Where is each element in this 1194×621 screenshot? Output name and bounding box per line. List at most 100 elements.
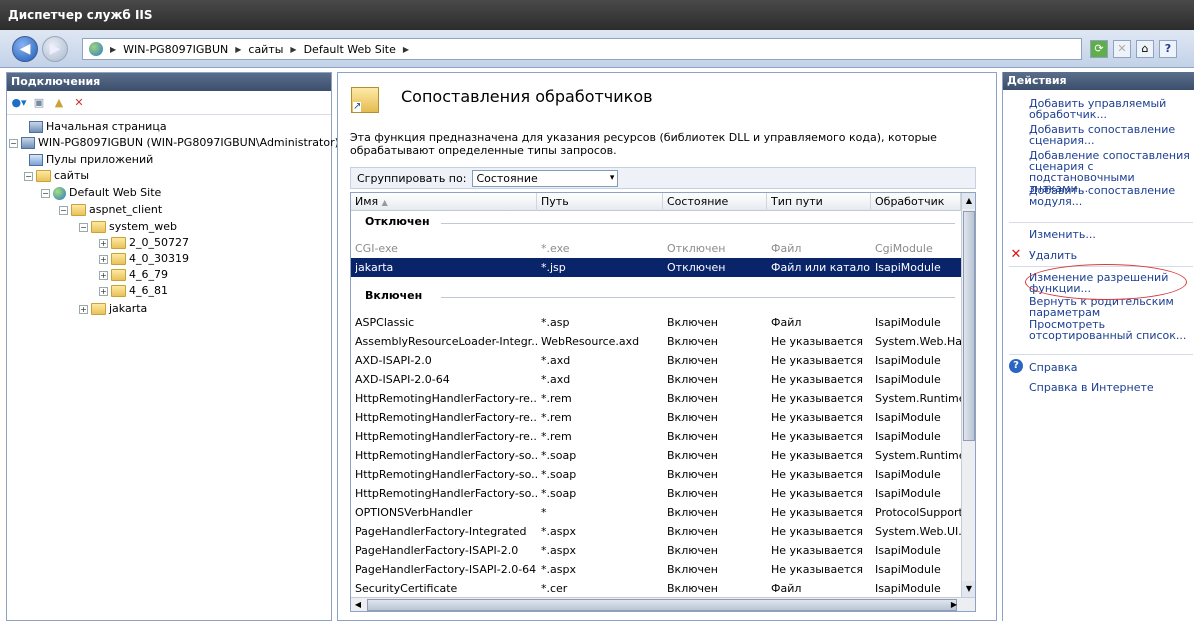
table-row[interactable]: HttpRemotingHandlerFactory-re... *.rem Вкл… — [351, 427, 961, 446]
vertical-scrollbar[interactable]: ▲ ▼ — [961, 193, 975, 597]
table-row[interactable]: AXD-ISAPI-2.0 *.axd Включен Не указывается I… — [351, 351, 961, 370]
stop-icon[interactable]: ✕ — [1113, 40, 1131, 58]
table-row[interactable]: HttpRemotingHandlerFactory-so... *.soap Вк… — [351, 465, 961, 484]
table-row[interactable]: HttpRemotingHandlerFactory-re... *.rem Вкл… — [351, 408, 961, 427]
tree-item-default-web-site[interactable]: − Default Web Site — [41, 185, 161, 201]
action-delete[interactable]: Удалить — [1029, 250, 1194, 261]
table-row[interactable]: jakarta *.jsp Отключен Файл или каталог Isap… — [351, 258, 961, 277]
cell-state: Включен — [667, 373, 718, 386]
breadcrumb-server[interactable]: WIN-PG8097IGBUN — [123, 43, 228, 56]
cell-path: *.aspx — [541, 544, 576, 557]
column-header-handler[interactable]: Обработчик — [871, 193, 961, 211]
table-row[interactable]: HttpRemotingHandlerFactory-so... *.soap Вк… — [351, 446, 961, 465]
cell-state: Включен — [667, 563, 718, 576]
connections-title: Подключения — [7, 73, 331, 91]
table-row[interactable]: HttpRemotingHandlerFactory-re... *.rem Вкл… — [351, 389, 961, 408]
back-arrow-icon[interactable]: ◀ — [12, 36, 38, 62]
tree-item-app-pools[interactable]: Пулы приложений — [29, 152, 153, 168]
scroll-down-icon[interactable]: ▼ — [962, 581, 975, 597]
cell-path: *.exe — [541, 242, 570, 255]
expand-icon[interactable]: + — [99, 286, 108, 296]
group-divider — [441, 223, 955, 224]
expand-icon[interactable]: + — [99, 254, 108, 264]
cell-name: HttpRemotingHandlerFactory-re... — [355, 430, 537, 443]
cell-path-type: Не указывается — [771, 430, 864, 443]
scroll-up-icon[interactable]: ▲ — [962, 193, 975, 209]
home-icon[interactable]: ⌂ — [1136, 40, 1154, 58]
disconnect-icon[interactable]: ✕ — [71, 95, 87, 111]
action-add-script-map[interactable]: Добавить сопоставление сценария... — [1029, 124, 1194, 146]
action-edit[interactable]: Изменить... — [1029, 229, 1194, 240]
action-add-module-mapping[interactable]: Добавить сопоставление модуля... — [1029, 185, 1194, 207]
expand-icon[interactable]: + — [79, 304, 88, 314]
column-header-path-type[interactable]: Тип пути — [767, 193, 871, 211]
cell-path: *.aspx — [541, 563, 576, 576]
table-row[interactable]: PageHandlerFactory-ISAPI-2.0 *.aspx Включе… — [351, 541, 961, 560]
cell-handler: ProtocolSupportMo — [875, 506, 961, 519]
expand-icon[interactable]: + — [99, 270, 108, 280]
action-add-managed-handler[interactable]: Добавить управляемый обработчик... — [1029, 98, 1194, 120]
help-icon[interactable]: ? — [1159, 40, 1177, 58]
tree-item-start-page[interactable]: Начальная страница — [29, 119, 167, 135]
table-row[interactable]: AXD-ISAPI-2.0-64 *.axd Включен Не указывает… — [351, 370, 961, 389]
table-row[interactable]: CGI-exe *.exe Отключен Файл CgiModule — [351, 239, 961, 258]
scroll-left-icon[interactable]: ◀ — [351, 598, 365, 611]
group-by-select[interactable]: Состояние — [472, 169, 619, 187]
folder-icon — [91, 221, 106, 233]
folder-icon — [111, 269, 126, 281]
forward-arrow-icon[interactable]: ▶ — [42, 36, 68, 62]
tree-item-4-6-81[interactable]: + 4_6_81 — [99, 283, 168, 299]
tree-item-aspnet-client[interactable]: − aspnet_client — [59, 202, 162, 218]
table-row[interactable]: ASPClassic *.asp Включен Файл IsapiModule — [351, 313, 961, 332]
expand-icon[interactable]: + — [99, 238, 108, 248]
collapse-icon[interactable]: − — [9, 138, 18, 148]
table-row[interactable]: SecurityCertificate *.cer Включен Файл Isapi… — [351, 579, 961, 598]
tree-item-sites[interactable]: − сайты — [24, 168, 89, 184]
action-help[interactable]: Справка — [1029, 362, 1194, 373]
cell-name: HttpRemotingHandlerFactory-re... — [355, 392, 537, 405]
tree-item-2-0-50727[interactable]: + 2_0_50727 — [99, 235, 189, 251]
save-icon[interactable]: ▣ — [31, 95, 47, 111]
breadcrumb-site[interactable]: Default Web Site — [304, 43, 396, 56]
cell-name: CGI-exe — [355, 242, 398, 255]
tree-item-server[interactable]: − WIN-PG8097IGBUN (WIN-PG8097IGBUN\Admin… — [9, 135, 339, 151]
table-row[interactable]: PageHandlerFactory-ISAPI-2.0-64 *.aspx Вкл… — [351, 560, 961, 579]
refresh-icon[interactable]: ⟳ — [1090, 40, 1108, 58]
table-row[interactable]: AssemblyResourceLoader-Integr... WebResou… — [351, 332, 961, 351]
breadcrumb-sites[interactable]: сайты — [248, 43, 283, 56]
table-row[interactable]: PageHandlerFactory-Integrated *.aspx Включ… — [351, 522, 961, 541]
collapse-icon[interactable]: − — [79, 222, 88, 232]
column-header-path[interactable]: Путь — [537, 193, 663, 211]
cell-state: Включен — [667, 411, 718, 424]
breadcrumb-separator-icon: ▶ — [402, 44, 410, 54]
address-breadcrumb[interactable]: ▶ WIN-PG8097IGBUN ▶ сайты ▶ Default Web … — [82, 38, 1082, 60]
tree-item-system-web[interactable]: − system_web — [79, 219, 177, 235]
collapse-icon[interactable]: − — [59, 205, 68, 215]
table-row[interactable]: OPTIONSVerbHandler * Включен Не указывается… — [351, 503, 961, 522]
connect-icon[interactable]: ●▾ — [11, 95, 27, 111]
group-divider — [441, 297, 955, 298]
cell-handler: IsapiModule — [875, 430, 941, 443]
action-online-help[interactable]: Справка в Интернете — [1029, 382, 1194, 393]
tree-item-jakarta[interactable]: + jakarta — [79, 301, 147, 317]
table-row[interactable]: HttpRemotingHandlerFactory-so... *.soap Вк… — [351, 484, 961, 503]
cell-handler: IsapiModule — [875, 316, 941, 329]
column-header-name[interactable]: Имя ▲ — [351, 193, 537, 211]
collapse-icon[interactable]: − — [41, 188, 50, 198]
tree-item-4-0-30319[interactable]: + 4_0_30319 — [99, 251, 189, 267]
cell-path: *.aspx — [541, 525, 576, 538]
window-title: Диспетчер служб IIS — [0, 0, 1194, 30]
horizontal-scroll-thumb[interactable] — [367, 599, 957, 611]
group-by-bar: Сгруппировать по: Состояние — [350, 167, 976, 189]
cell-handler: System.Web.Hand — [875, 335, 961, 348]
vertical-scroll-thumb[interactable] — [963, 211, 975, 441]
cell-handler: IsapiModule — [875, 261, 941, 274]
collapse-icon[interactable]: − — [24, 171, 33, 181]
horizontal-scrollbar[interactable]: ◀ ▶ — [351, 597, 975, 611]
tree-item-4-6-79[interactable]: + 4_6_79 — [99, 267, 168, 283]
action-view-ordered-list[interactable]: Просмотреть отсортированный список... — [1029, 319, 1194, 341]
column-header-state[interactable]: Состояние — [663, 193, 767, 211]
cell-state: Включен — [667, 544, 718, 557]
scroll-right-icon[interactable]: ▶ — [947, 598, 961, 611]
up-folder-icon[interactable]: ▲ — [51, 95, 67, 111]
